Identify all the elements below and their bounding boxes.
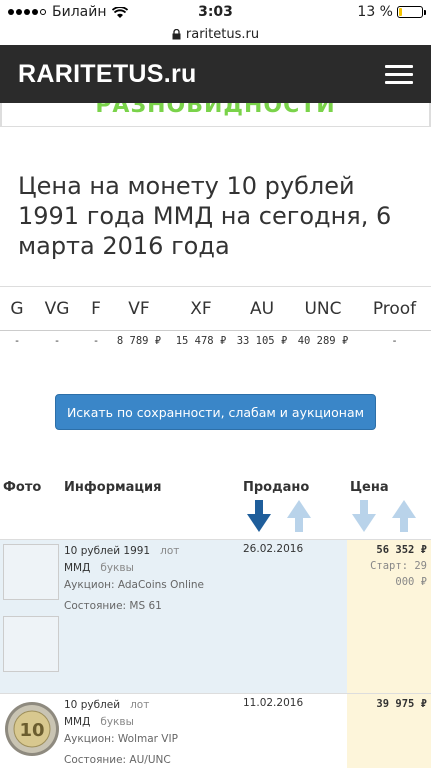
grade-header: VG <box>44 298 70 319</box>
lot-letters: буквы <box>100 562 134 574</box>
battery-level <box>399 8 402 16</box>
grade-header: VF <box>128 298 150 319</box>
lot-mint: ММД <box>64 716 91 728</box>
lot-auction: Аукцион: AdaCoins Online <box>64 579 204 591</box>
grade-value: 33 105 ₽ <box>236 335 288 347</box>
grade-header: XF <box>190 298 212 319</box>
header-sold: Продано <box>243 480 310 495</box>
header-price: Цена <box>350 480 389 495</box>
menu-icon[interactable] <box>385 64 413 84</box>
coin-denomination: 10 <box>19 720 44 741</box>
lock-icon <box>172 28 181 39</box>
grade-values-row: - - - 8 789 ₽ 15 478 ₽ 33 105 ₽ 40 289 ₽… <box>0 331 431 351</box>
grade-value: - <box>53 335 61 347</box>
previous-section-strip: РАЗНОВИДНОСТИ <box>0 103 431 127</box>
sort-sold-asc-icon[interactable] <box>287 500 311 532</box>
page-title: Цена на монету 10 рублей 1991 года ММД н… <box>18 172 392 260</box>
grade-value: 40 289 ₽ <box>297 335 349 347</box>
lot-condition: Состояние: AU/UNC <box>64 754 171 766</box>
auction-results-table: Фото Информация Продано Цена 10 рублей 1… <box>0 470 431 768</box>
lot-condition: Состояние: MS 61 <box>64 600 162 612</box>
grade-header: G <box>10 298 24 319</box>
previous-section-heading: РАЗНОВИДНОСТИ <box>95 103 336 118</box>
lot-title[interactable]: 10 рублей 1991 <box>64 545 150 557</box>
table-header: Фото Информация Продано Цена <box>0 470 431 540</box>
grade-value: - <box>92 335 100 347</box>
signal-icon <box>8 9 46 15</box>
header-photo: Фото <box>3 480 42 495</box>
url-text: raritetus.ru <box>185 26 260 42</box>
wifi-icon <box>112 7 129 18</box>
lot-info: 10 рублей 1991 лот ММД буквы Аукцион: Ad… <box>64 543 204 615</box>
search-by-condition-button[interactable]: Искать по сохранности, слабам и аукциона… <box>55 394 376 430</box>
grade-value: 8 789 ₽ <box>116 335 162 347</box>
grade-header: AU <box>249 298 275 319</box>
site-logo[interactable]: RARITETUS.ru <box>18 60 197 89</box>
status-right: 13 % <box>357 4 426 20</box>
lot-info: 10 рублей лот ММД буквы Аукцион: Wolmar … <box>64 697 178 768</box>
grade-header-row: G VG F VF XF AU UNC Proof <box>0 287 431 331</box>
grade-header: UNC <box>304 298 342 319</box>
sold-price: 39 975 ₽ <box>376 698 427 710</box>
table-row[interactable]: 10 10 рублей лот ММД буквы Аукцион: Wolm… <box>0 694 431 768</box>
sort-price-asc-icon[interactable] <box>392 500 416 532</box>
site-navbar: RARITETUS.ru <box>0 45 431 103</box>
grade-header: Proof <box>372 298 417 319</box>
start-price-cont: 000 ₽ <box>395 576 427 588</box>
sold-date: 11.02.2016 <box>243 697 304 709</box>
lot-letters: буквы <box>100 716 134 728</box>
grade-value: - <box>391 335 398 347</box>
lot-title[interactable]: 10 рублей <box>64 699 120 711</box>
url-bar[interactable]: raritetus.ru <box>0 24 431 44</box>
lot-mint: ММД <box>64 562 91 574</box>
coin-photo-placeholder[interactable] <box>3 616 59 672</box>
lot-link[interactable]: лот <box>160 545 179 557</box>
status-bar: Билайн 3:03 13 % <box>0 0 431 24</box>
carrier-label: Билайн <box>52 4 107 20</box>
clock: 3:03 <box>198 4 233 20</box>
coin-photo[interactable]: 10 <box>4 698 60 760</box>
battery-percent: 13 % <box>357 4 393 20</box>
grade-header: F <box>91 298 101 319</box>
battery-icon <box>397 6 426 18</box>
sold-date: 26.02.2016 <box>243 543 304 555</box>
sort-price-desc-icon[interactable] <box>352 500 376 532</box>
coin-photo-placeholder[interactable] <box>3 544 59 600</box>
lot-price: 56 352 ₽ Старт: 29 000 ₽ <box>370 542 427 590</box>
header-info: Информация <box>64 480 162 495</box>
table-row[interactable]: 10 рублей 1991 лот ММД буквы Аукцион: Ad… <box>0 540 431 694</box>
lot-auction: Аукцион: Wolmar VIP <box>64 733 178 745</box>
lot-link[interactable]: лот <box>130 699 149 711</box>
lot-price: 39 975 ₽ <box>376 696 427 712</box>
grade-price-table: G VG F VF XF AU UNC Proof - - - 8 789 ₽ … <box>0 286 431 351</box>
sold-price: 56 352 ₽ <box>376 544 427 556</box>
start-price: Старт: 29 <box>370 560 427 572</box>
sort-sold-desc-icon[interactable] <box>247 500 271 532</box>
grade-value: - <box>13 335 21 347</box>
status-left: Билайн <box>8 4 129 20</box>
grade-value: 15 478 ₽ <box>175 335 227 347</box>
